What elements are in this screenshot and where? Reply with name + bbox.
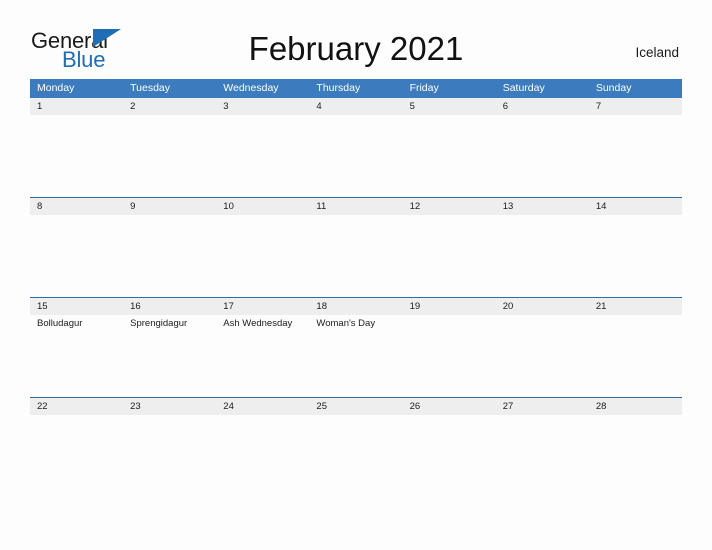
weekday-header-wednesday: Wednesday	[223, 82, 279, 94]
page-title: February 2021	[248, 30, 464, 67]
day-number[interactable]: 3	[216, 98, 309, 115]
week-event-band	[30, 115, 682, 197]
day-number[interactable]: 25	[309, 398, 402, 415]
day-event[interactable]	[216, 115, 309, 197]
day-number[interactable]: 7	[589, 98, 682, 115]
calendar-week-row: 15 16 17 18 19 20 21 Bolludagur Sprengidagur Ash …	[30, 297, 682, 397]
weekday-header-monday: Monday	[37, 82, 75, 94]
day-event[interactable]	[589, 215, 682, 297]
weekday-header-sunday: Sunday	[595, 82, 632, 94]
day-number[interactable]: 24	[216, 398, 309, 415]
weekday-header-tuesday: Tuesday	[130, 82, 171, 94]
day-number[interactable]: 5	[403, 98, 496, 115]
day-event[interactable]: Ash Wednesday	[216, 315, 309, 397]
day-number[interactable]: 15	[30, 298, 123, 315]
region-label: Iceland	[635, 45, 679, 60]
weekday-header-saturday: Saturday	[502, 82, 545, 94]
day-number[interactable]: 18	[309, 298, 402, 315]
day-event[interactable]	[309, 415, 402, 497]
day-event[interactable]	[589, 415, 682, 497]
week-date-band: 8 9 10 11 12 13 14	[30, 198, 682, 215]
day-event[interactable]	[216, 415, 309, 497]
day-event[interactable]	[123, 215, 216, 297]
weekday-header-row: Monday Tuesday Wednesday Thursday Friday Satu…	[30, 79, 682, 98]
day-number[interactable]: 17	[216, 298, 309, 315]
day-number[interactable]: 19	[403, 298, 496, 315]
day-number[interactable]: 21	[589, 298, 682, 315]
day-event[interactable]	[496, 315, 589, 397]
day-event[interactable]	[30, 215, 123, 297]
day-number[interactable]: 12	[403, 198, 496, 215]
week-date-band: 15 16 17 18 19 20 21	[30, 298, 682, 315]
day-event[interactable]	[403, 315, 496, 397]
day-event[interactable]	[589, 315, 682, 397]
day-event[interactable]	[403, 115, 496, 197]
day-event[interactable]	[496, 115, 589, 197]
day-event[interactable]	[309, 115, 402, 197]
day-number[interactable]: 8	[30, 198, 123, 215]
day-number[interactable]: 22	[30, 398, 123, 415]
day-number[interactable]: 20	[496, 298, 589, 315]
day-number[interactable]: 27	[496, 398, 589, 415]
day-event[interactable]	[589, 115, 682, 197]
day-event[interactable]: Woman's Day	[309, 315, 402, 397]
day-event[interactable]	[403, 215, 496, 297]
day-event[interactable]	[403, 415, 496, 497]
day-event[interactable]	[123, 115, 216, 197]
day-number[interactable]: 6	[496, 98, 589, 115]
calendar-weeks: 1 2 3 4 5 6 7 8 9 10 11 12 13 14 15 16 17 18 19 20 21 Bolluda…	[30, 98, 682, 497]
day-number[interactable]: 11	[309, 198, 402, 215]
day-event[interactable]	[30, 415, 123, 497]
calendar-grid: Monday Tuesday Wednesday Thursday Friday Satu…	[30, 79, 682, 497]
day-event[interactable]	[30, 115, 123, 197]
week-date-band: 22 23 24 25 26 27 28	[30, 398, 682, 415]
calendar-week-row: 8 9 10 11 12 13 14	[30, 197, 682, 297]
calendar-week-row: 22 23 24 25 26 27 28	[30, 397, 682, 497]
day-event[interactable]	[123, 415, 216, 497]
calendar-week-row: 1234567	[30, 98, 682, 197]
day-event[interactable]	[496, 215, 589, 297]
weekday-header-friday: Friday	[409, 82, 439, 94]
day-number[interactable]: 1	[30, 98, 123, 115]
weekday-header-thursday: Thursday	[316, 82, 361, 94]
week-date-band: 1234567	[30, 98, 682, 115]
day-event[interactable]: Sprengidagur	[123, 315, 216, 397]
day-number[interactable]: 23	[123, 398, 216, 415]
day-number[interactable]: 28	[589, 398, 682, 415]
day-number[interactable]: 9	[123, 198, 216, 215]
week-event-band	[30, 215, 682, 297]
day-event[interactable]	[216, 215, 309, 297]
week-event-band	[30, 415, 682, 497]
day-number[interactable]: 13	[496, 198, 589, 215]
week-event-band: Bolludagur Sprengidagur Ash Wednesday Woman…	[30, 315, 682, 397]
day-event[interactable]	[496, 415, 589, 497]
day-number[interactable]: 26	[403, 398, 496, 415]
day-number[interactable]: 4	[309, 98, 402, 115]
day-number[interactable]: 2	[123, 98, 216, 115]
page-header: General Blue February 2021 Iceland	[0, 0, 712, 79]
day-number[interactable]: 10	[216, 198, 309, 215]
day-event[interactable]	[309, 215, 402, 297]
day-number[interactable]: 14	[589, 198, 682, 215]
day-event[interactable]: Bolludagur	[30, 315, 123, 397]
day-number[interactable]: 16	[123, 298, 216, 315]
